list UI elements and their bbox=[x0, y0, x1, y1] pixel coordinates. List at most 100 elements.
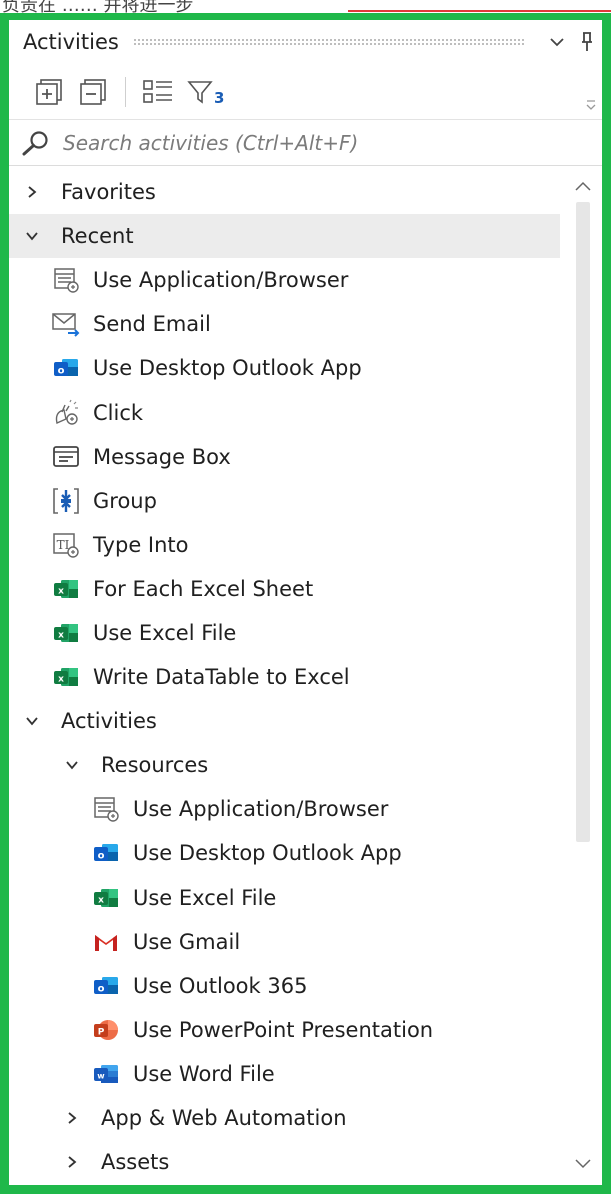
tree-category-activities[interactable]: Activities bbox=[9, 699, 560, 743]
chevron-right-icon[interactable] bbox=[21, 181, 43, 203]
tree-item-label: Assets bbox=[101, 1150, 170, 1175]
panel-title: Activities bbox=[23, 30, 119, 54]
tree-item-write-datatable-to-excel[interactable]: x Write DataTable to Excel bbox=[9, 655, 560, 699]
expand-all-button[interactable] bbox=[27, 72, 71, 112]
tree-item-for-each-excel-sheet[interactable]: x For Each Excel Sheet bbox=[9, 567, 560, 611]
expand-all-icon bbox=[36, 78, 62, 105]
svg-text:w: w bbox=[97, 1071, 105, 1080]
activities-panel: Activities 3 Search activities (Ctrl+Alt… bbox=[0, 13, 611, 1194]
toolbar-separator bbox=[125, 76, 126, 107]
outlook-icon: o bbox=[91, 838, 121, 868]
tree-item-label: For Each Excel Sheet bbox=[93, 576, 314, 601]
excel-icon: x bbox=[91, 883, 121, 913]
scroll-thumb[interactable] bbox=[576, 202, 590, 842]
pin-button[interactable] bbox=[572, 27, 602, 57]
tree-item-label: App & Web Automation bbox=[101, 1106, 347, 1131]
app-browser-icon bbox=[91, 794, 121, 824]
tree-item-click[interactable]: Click bbox=[9, 390, 560, 434]
background-underline bbox=[348, 10, 611, 12]
tree-item-label: Use Gmail bbox=[133, 929, 241, 954]
panel-titlebar: Activities bbox=[9, 20, 602, 64]
chevron-down-icon[interactable] bbox=[21, 710, 43, 732]
svg-text:x: x bbox=[98, 895, 104, 905]
tree-item-use-powerpoint-presentation[interactable]: P Use PowerPoint Presentation bbox=[9, 1008, 560, 1052]
tree-item-group[interactable]: Group bbox=[9, 479, 560, 523]
drag-grip[interactable] bbox=[132, 38, 524, 46]
svg-text:P: P bbox=[98, 1027, 105, 1037]
tree-item-use-gmail[interactable]: Use Gmail bbox=[9, 920, 560, 964]
scroll-down-button[interactable] bbox=[571, 1154, 595, 1174]
tree-item-use-application-browser[interactable]: Use Application/Browser bbox=[9, 787, 560, 831]
overflow-chevron-icon bbox=[586, 100, 596, 110]
tree-item-type-into[interactable]: TI Type Into bbox=[9, 523, 560, 567]
tree-item-label: Click bbox=[93, 400, 144, 425]
tree-item-label: Resources bbox=[101, 753, 209, 778]
panel-menu-button[interactable] bbox=[542, 27, 572, 57]
vertical-scrollbar[interactable] bbox=[564, 170, 602, 1182]
pin-icon bbox=[582, 32, 592, 51]
svg-text:x: x bbox=[58, 675, 64, 685]
tree-item-label: Use Application/Browser bbox=[93, 268, 349, 293]
chevron-down-icon[interactable] bbox=[61, 754, 83, 776]
tree-item-label: Activities bbox=[61, 709, 157, 734]
app-browser-icon bbox=[51, 265, 81, 295]
tree-item-label: Group bbox=[93, 488, 157, 513]
collapse-all-button[interactable] bbox=[71, 72, 115, 112]
search-bar bbox=[9, 121, 602, 166]
view-options-button[interactable] bbox=[136, 72, 180, 112]
tree-item-use-desktop-outlook-app[interactable]: o Use Desktop Outlook App bbox=[9, 831, 560, 875]
tree-item-use-excel-file[interactable]: x Use Excel File bbox=[9, 876, 560, 920]
click-icon bbox=[51, 398, 81, 428]
send-email-icon bbox=[51, 309, 81, 339]
background-window-strip: 负责在 …… 并将进一步 bbox=[0, 0, 611, 14]
word-icon: w bbox=[91, 1059, 121, 1089]
tree-category-app-web-automation[interactable]: App & Web Automation bbox=[9, 1096, 560, 1140]
svg-text:o: o bbox=[98, 851, 105, 862]
tree-category-favorites[interactable]: Favorites bbox=[9, 170, 560, 214]
tree-item-use-outlook-365[interactable]: o Use Outlook 365 bbox=[9, 964, 560, 1008]
group-icon bbox=[51, 486, 81, 516]
tree-item-send-email[interactable]: Send Email bbox=[9, 302, 560, 346]
excel-icon: x bbox=[51, 662, 81, 692]
tree-item-label: Use Desktop Outlook App bbox=[93, 356, 362, 381]
chevron-right-icon[interactable] bbox=[61, 1151, 83, 1173]
tree-item-label: Message Box bbox=[93, 444, 231, 469]
tree-item-label: Use Outlook 365 bbox=[133, 973, 308, 998]
tree-item-label: Recent bbox=[61, 224, 134, 249]
tree-item-use-word-file[interactable]: w Use Word File bbox=[9, 1052, 560, 1096]
panel-toolbar: 3 bbox=[9, 64, 602, 120]
excel-icon: x bbox=[51, 574, 81, 604]
tree-category-recent[interactable]: Recent bbox=[9, 214, 560, 259]
svg-text:x: x bbox=[58, 586, 64, 596]
chevron-down-icon[interactable] bbox=[21, 225, 43, 247]
svg-text:x: x bbox=[58, 630, 64, 640]
toolbar-overflow-button[interactable] bbox=[586, 96, 596, 115]
tree-item-label: Use Word File bbox=[133, 1061, 275, 1086]
chevron-up-icon bbox=[575, 181, 591, 191]
chevron-right-icon[interactable] bbox=[61, 1107, 83, 1129]
svg-text:TI: TI bbox=[57, 538, 70, 552]
svg-text:o: o bbox=[98, 983, 105, 994]
filter-icon bbox=[187, 80, 213, 104]
activities-tree: Favorites Recent Use Application/Browser Se… bbox=[9, 170, 560, 1184]
tree-item-label: Type Into bbox=[93, 532, 189, 557]
scroll-up-button[interactable] bbox=[571, 176, 595, 196]
tree-category-resources[interactable]: Resources bbox=[9, 743, 560, 787]
tree-item-label: Use Excel File bbox=[93, 620, 237, 645]
tree-item-message-box[interactable]: Message Box bbox=[9, 435, 560, 479]
tree-category-assets[interactable]: Assets bbox=[9, 1140, 560, 1184]
tree-item-label: Use Desktop Outlook App bbox=[133, 841, 402, 866]
background-window-text: 负责在 …… 并将进一步 bbox=[2, 0, 194, 14]
tree-item-label: Use Application/Browser bbox=[133, 797, 389, 822]
outlook-icon: o bbox=[51, 353, 81, 383]
tree-item-use-excel-file[interactable]: x Use Excel File bbox=[9, 611, 560, 655]
search-input[interactable] bbox=[63, 131, 543, 155]
tree-item-use-application-browser[interactable]: Use Application/Browser bbox=[9, 258, 560, 302]
search-icon bbox=[22, 131, 48, 156]
tree-item-label: Favorites bbox=[61, 180, 156, 205]
svg-text:o: o bbox=[58, 366, 65, 377]
outlook-icon: o bbox=[91, 971, 121, 1001]
message-box-icon bbox=[51, 442, 81, 472]
tree-item-use-desktop-outlook-app[interactable]: o Use Desktop Outlook App bbox=[9, 346, 560, 390]
gmail-icon bbox=[91, 927, 121, 957]
